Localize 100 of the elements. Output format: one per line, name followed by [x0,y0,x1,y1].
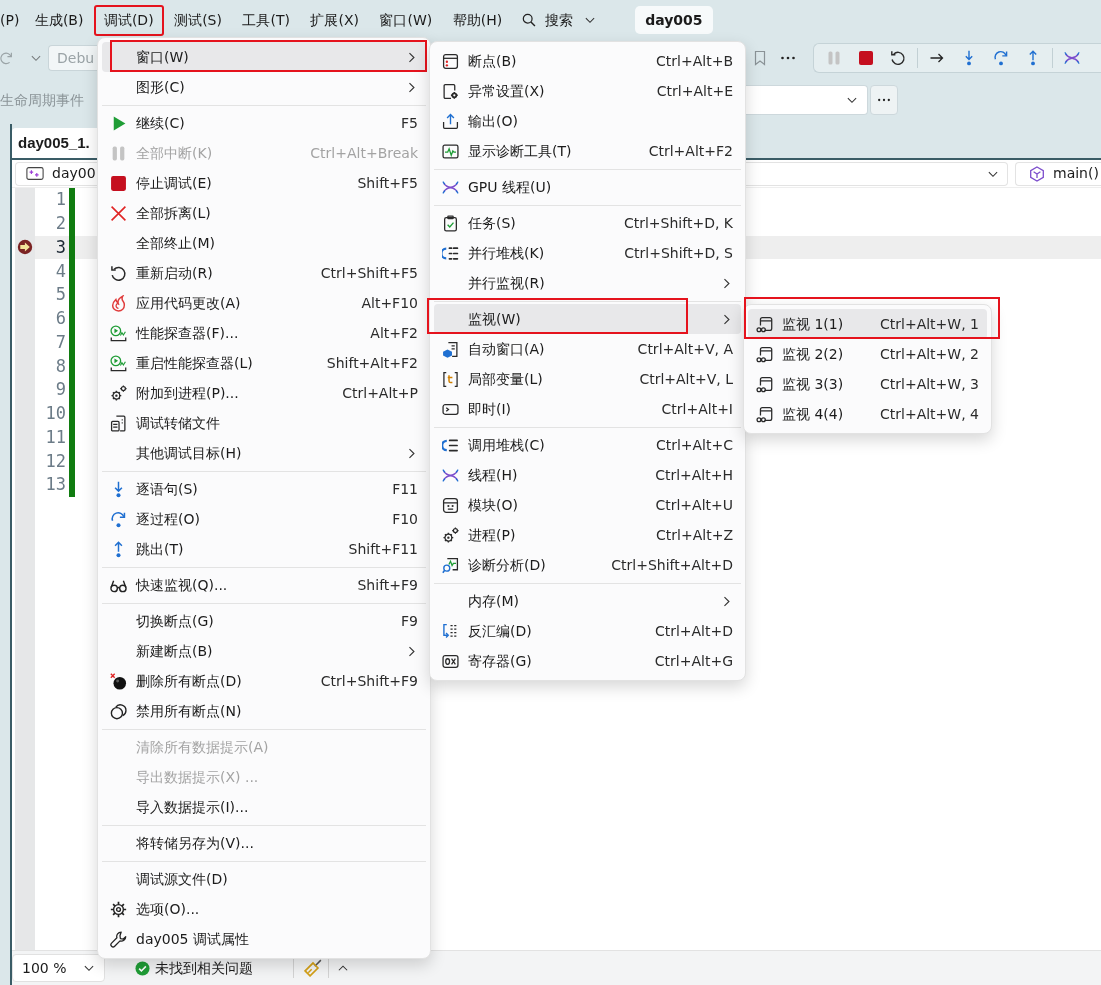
bookmark-icon[interactable] [752,50,768,66]
shortcut-text: Ctrl+Alt+W, 4 [880,404,979,424]
menu-item[interactable]: 内存(M) [434,586,741,616]
step-over-icon[interactable] [993,50,1009,66]
restart-icon[interactable] [890,50,906,66]
menu-bar-item[interactable]: 工具(T) [232,4,300,36]
menu-item[interactable]: 快速监视(Q)... Shift+F9 [102,570,426,600]
solution-title: day005 [635,6,713,34]
menu-item[interactable]: 任务(S) Ctrl+Shift+D, K [434,208,741,238]
menu-item[interactable]: 全部拆离(L) [102,198,426,228]
menu-bar-item[interactable]: 扩展(X) [300,4,369,36]
menu-bar-item[interactable]: 窗口(W) [369,4,443,36]
shortcut-text: Ctrl+Alt+I [661,399,733,419]
watch-window-icon [756,315,773,333]
flame-icon [110,294,127,312]
menu-item[interactable]: 禁用所有断点(N) [102,696,426,726]
menu-item[interactable]: 监视 4(4) Ctrl+Alt+W, 4 [748,399,987,429]
menu-item[interactable]: 模块(O) Ctrl+Alt+U [434,490,741,520]
menu-item[interactable]: 导入数据提示(I)... [102,792,426,822]
menu-item[interactable]: 逐过程(O) F10 [102,504,426,534]
shortcut-text: Ctrl+Alt+C [655,435,733,455]
shortcut-text: Ctrl+Shift+F5 [320,263,418,283]
menu-item[interactable]: 监视 2(2) Ctrl+Alt+W, 2 [748,339,987,369]
menu-item[interactable]: 诊断分析(D) Ctrl+Shift+Alt+D [434,550,741,580]
menu-item[interactable]: 显示诊断工具(T) Ctrl+Alt+F2 [434,136,741,166]
menu-item[interactable]: 将转储另存为(V)... [102,828,426,858]
events-label: 生命周期事件 [0,90,84,110]
menu-item[interactable]: 重新启动(R) Ctrl+Shift+F5 [102,258,426,288]
menu-item[interactable]: 监视 1(1) Ctrl+Alt+W, 1 [748,309,987,339]
menu-item[interactable]: GPU 线程(U) [434,172,741,202]
function-combo[interactable]: main() [1015,161,1101,186]
line-number: 8 [54,354,67,378]
line-number: 1 [54,188,67,212]
menu-item[interactable]: 调试源文件(D) [102,864,426,894]
menu-item[interactable]: 窗口(W) [102,42,426,72]
circles-icon [110,702,127,720]
menu-bar-item[interactable]: 帮助(H) [442,4,513,36]
menu-item[interactable]: 选项(O)... [102,894,426,924]
shortcut-text: Ctrl+Shift+D, S [624,243,733,263]
menu-item[interactable]: 跳出(T) Shift+F11 [102,534,426,564]
menu-item[interactable]: 调用堆栈(C) Ctrl+Alt+C [434,430,741,460]
settings-icon [110,900,127,918]
document-gear-icon [442,82,459,100]
menu-item[interactable]: 停止调试(E) Shift+F5 [102,168,426,198]
menu-item[interactable]: 自动窗口(A) Ctrl+Alt+V, A [434,334,741,364]
menu-item[interactable]: 输出(O) [434,106,741,136]
menu-item[interactable]: 逐语句(S) F11 [102,474,426,504]
menu-item[interactable]: 异常设置(X) Ctrl+Alt+E [434,76,741,106]
menu-item[interactable]: 性能探查器(F)... Alt+F2 [102,318,426,348]
menu-item[interactable]: 其他调试目标(H) [102,438,426,468]
menu-item[interactable]: 即时(I) Ctrl+Alt+I [434,394,741,424]
shortcut-text: F11 [392,479,418,499]
broom-icon[interactable] [304,959,322,977]
project-combo[interactable]: day00 [15,161,97,186]
menu-bar-item[interactable]: 测试(S) [164,4,232,36]
line-number: 10 [44,402,67,426]
dropdown-field[interactable] [746,161,1008,186]
menu-item[interactable]: day005 调试属性 [102,924,426,954]
menu-item[interactable]: 新建断点(B) [102,636,426,666]
menu-bar-item[interactable]: 生成(B) [24,4,94,36]
dropdown-field[interactable] [746,85,868,115]
menu-item[interactable]: 并行监视(R) [434,268,741,298]
menu-bar-item[interactable]: 调试(D) [93,4,164,36]
document-icon [110,414,127,432]
menu-item[interactable]: 继续(C) F5 [102,108,426,138]
menu-item[interactable]: 寄存器(G) Ctrl+Alt+G [434,646,741,676]
zoom-combo[interactable]: 100 % [12,954,105,982]
shortcut-text: Ctrl+Alt+W, 3 [880,374,979,394]
menu-item[interactable]: 调试转储文件 [102,408,426,438]
menu-item[interactable]: 断点(B) Ctrl+Alt+B [434,46,741,76]
menu-item[interactable]: 局部变量(L) Ctrl+Alt+V, L [434,364,741,394]
threads-icon[interactable] [1064,50,1080,66]
gears-icon [110,384,127,402]
bomb-icon [110,672,127,690]
menu-item[interactable]: 全部终止(M) [102,228,426,258]
menu-item[interactable]: 切换断点(G) F9 [102,606,426,636]
search-button[interactable]: 搜索 [513,4,606,36]
menu-item[interactable]: 图形(C) [102,72,426,102]
menu-item[interactable]: 监视(W) [434,304,741,334]
menu-bar-item[interactable]: (P) [0,4,25,36]
clipboard-icon [442,214,459,232]
wrench-icon [110,930,127,948]
shortcut-text: Ctrl+Alt+W, 2 [880,344,979,364]
menu-item[interactable]: 进程(P) Ctrl+Alt+Z [434,520,741,550]
menu-item[interactable]: 反汇编(D) Ctrl+Alt+D [434,616,741,646]
shortcut-text: Shift+F11 [348,539,418,559]
shortcut-text: Ctrl+Alt+U [655,495,733,515]
cross-icon [110,204,127,222]
menu-item[interactable]: 删除所有断点(D) Ctrl+Shift+F9 [102,666,426,696]
stop-icon[interactable] [858,50,874,66]
menu-item[interactable]: 应用代码更改(A) Alt+F10 [102,288,426,318]
shortcut-text: Ctrl+Alt+V, A [637,339,733,359]
menu-item[interactable]: 监视 3(3) Ctrl+Alt+W, 3 [748,369,987,399]
menu-item[interactable]: 线程(H) Ctrl+Alt+H [434,460,741,490]
menu-item[interactable]: 附加到进程(P)... Ctrl+Alt+P [102,378,426,408]
menu-item[interactable]: 并行堆栈(K) Ctrl+Shift+D, S [434,238,741,268]
menu-item[interactable]: 重启性能探查器(L) Shift+Alt+F2 [102,348,426,378]
document-tab[interactable]: day005_1. [12,128,97,158]
cube-icon [1029,165,1045,182]
shortcut-text: Alt+F10 [361,293,418,313]
